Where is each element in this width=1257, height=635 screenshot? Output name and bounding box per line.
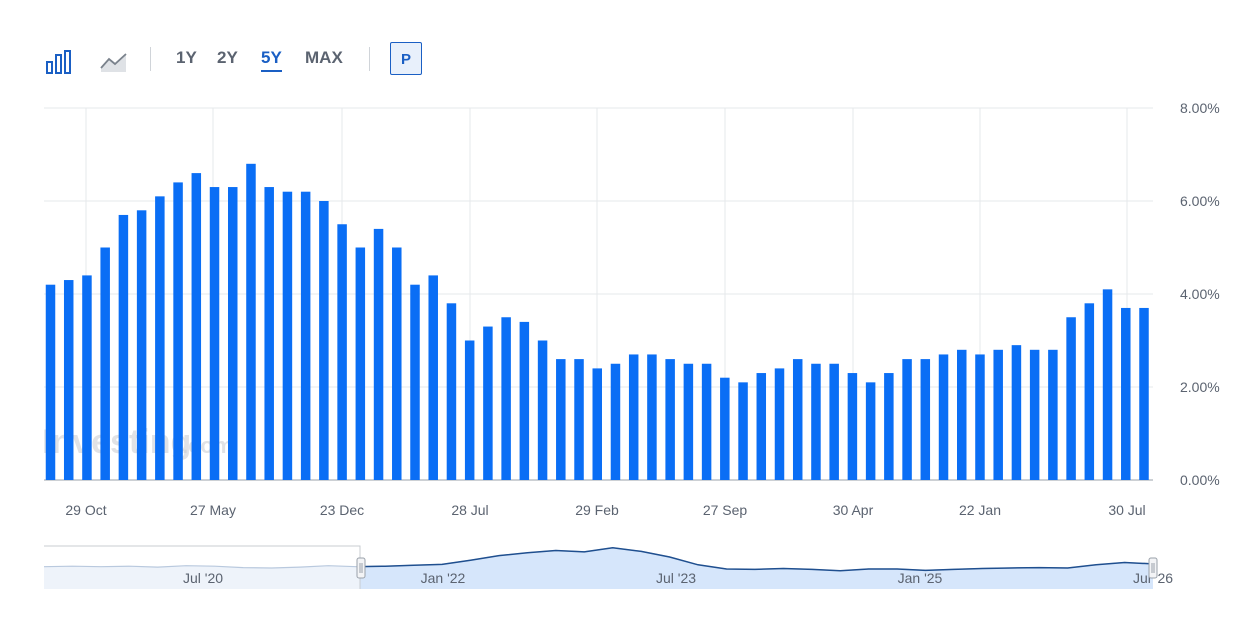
bar[interactable] bbox=[173, 182, 183, 480]
navigator-label: Jul '20 bbox=[183, 570, 223, 586]
bar[interactable] bbox=[756, 373, 767, 480]
bar[interactable] bbox=[701, 363, 712, 480]
y-tick-label: 4.00% bbox=[1180, 286, 1220, 302]
x-tick-label: 29 Feb bbox=[575, 502, 619, 518]
x-tick-label: 27 May bbox=[190, 502, 236, 518]
bar[interactable] bbox=[246, 163, 256, 481]
x-tick-label: 30 Jul bbox=[1108, 502, 1145, 518]
bar[interactable] bbox=[938, 354, 949, 480]
bar[interactable] bbox=[574, 359, 584, 480]
bar[interactable] bbox=[993, 349, 1003, 480]
x-tick-label: 23 Dec bbox=[320, 502, 364, 518]
bar[interactable] bbox=[264, 187, 274, 481]
bar[interactable] bbox=[155, 196, 165, 480]
bar[interactable] bbox=[792, 359, 803, 480]
bar[interactable] bbox=[519, 321, 530, 480]
bar[interactable] bbox=[1011, 345, 1022, 480]
bar[interactable] bbox=[920, 359, 931, 480]
y-tick-label: 8.00% bbox=[1180, 100, 1220, 116]
bar[interactable] bbox=[847, 373, 858, 480]
bar[interactable] bbox=[428, 275, 438, 480]
bar[interactable] bbox=[865, 382, 876, 480]
bar[interactable] bbox=[829, 363, 839, 480]
bar[interactable] bbox=[811, 363, 821, 480]
x-tick-label: 28 Jul bbox=[451, 502, 488, 518]
bar[interactable] bbox=[319, 201, 329, 480]
bar[interactable] bbox=[191, 173, 202, 480]
bar[interactable] bbox=[902, 359, 912, 480]
bar[interactable] bbox=[537, 340, 548, 481]
bar[interactable] bbox=[1048, 349, 1058, 480]
bar[interactable] bbox=[209, 187, 220, 481]
x-tick-label: 27 Sep bbox=[703, 502, 748, 518]
bar[interactable] bbox=[738, 382, 748, 480]
bar[interactable] bbox=[373, 228, 384, 480]
bar[interactable] bbox=[1121, 307, 1131, 480]
bar[interactable] bbox=[228, 187, 238, 481]
bar[interactable] bbox=[1139, 307, 1149, 480]
y-tick-label: 0.00% bbox=[1180, 472, 1220, 488]
bar[interactable] bbox=[355, 247, 366, 481]
bar[interactable] bbox=[774, 368, 785, 480]
x-tick-label: 22 Jan bbox=[959, 502, 1001, 518]
chart-area: 8.00% 6.00% 4.00% 2.00% 0.00% 29 Oct 27 May 23 … bbox=[42, 100, 1220, 589]
bar[interactable] bbox=[720, 377, 730, 480]
bar[interactable] bbox=[665, 359, 675, 480]
x-tick-label: 29 Oct bbox=[65, 502, 106, 518]
bar[interactable] bbox=[483, 326, 493, 480]
bar[interactable] bbox=[446, 303, 457, 480]
bar[interactable] bbox=[337, 224, 347, 480]
bar[interactable] bbox=[975, 354, 985, 480]
bar[interactable] bbox=[610, 363, 621, 480]
navigator-left-handle[interactable] bbox=[356, 557, 366, 579]
bar[interactable] bbox=[100, 247, 110, 481]
y-tick-label: 6.00% bbox=[1180, 193, 1220, 209]
bar[interactable] bbox=[410, 284, 420, 480]
bar[interactable] bbox=[884, 373, 894, 480]
navigator-label: Jan '25 bbox=[898, 570, 943, 586]
bar[interactable] bbox=[683, 363, 694, 480]
bar[interactable] bbox=[1066, 317, 1076, 480]
bar[interactable] bbox=[118, 214, 129, 480]
bar[interactable] bbox=[82, 275, 92, 480]
bar[interactable] bbox=[392, 247, 402, 481]
bar[interactable] bbox=[628, 354, 639, 480]
bar[interactable] bbox=[957, 349, 967, 480]
navigator-label: Jan '22 bbox=[421, 570, 466, 586]
bar[interactable] bbox=[300, 191, 311, 480]
bar[interactable] bbox=[556, 359, 566, 480]
bar[interactable] bbox=[1084, 303, 1095, 480]
bar[interactable] bbox=[136, 210, 147, 481]
navigator-right-handle[interactable] bbox=[1148, 557, 1158, 579]
bar[interactable] bbox=[501, 317, 511, 480]
bar[interactable] bbox=[1029, 349, 1040, 480]
bar[interactable] bbox=[647, 354, 657, 480]
bar[interactable] bbox=[63, 280, 74, 480]
bar[interactable] bbox=[45, 284, 56, 480]
bar[interactable] bbox=[592, 368, 603, 480]
bar[interactable] bbox=[1102, 289, 1113, 480]
y-tick-label: 2.00% bbox=[1180, 379, 1220, 395]
watermark-logo: .com bbox=[182, 433, 233, 458]
navigator-label: Jul '23 bbox=[656, 570, 696, 586]
bar[interactable] bbox=[282, 191, 293, 480]
bar[interactable] bbox=[464, 340, 475, 481]
x-tick-label: 30 Apr bbox=[833, 502, 874, 518]
